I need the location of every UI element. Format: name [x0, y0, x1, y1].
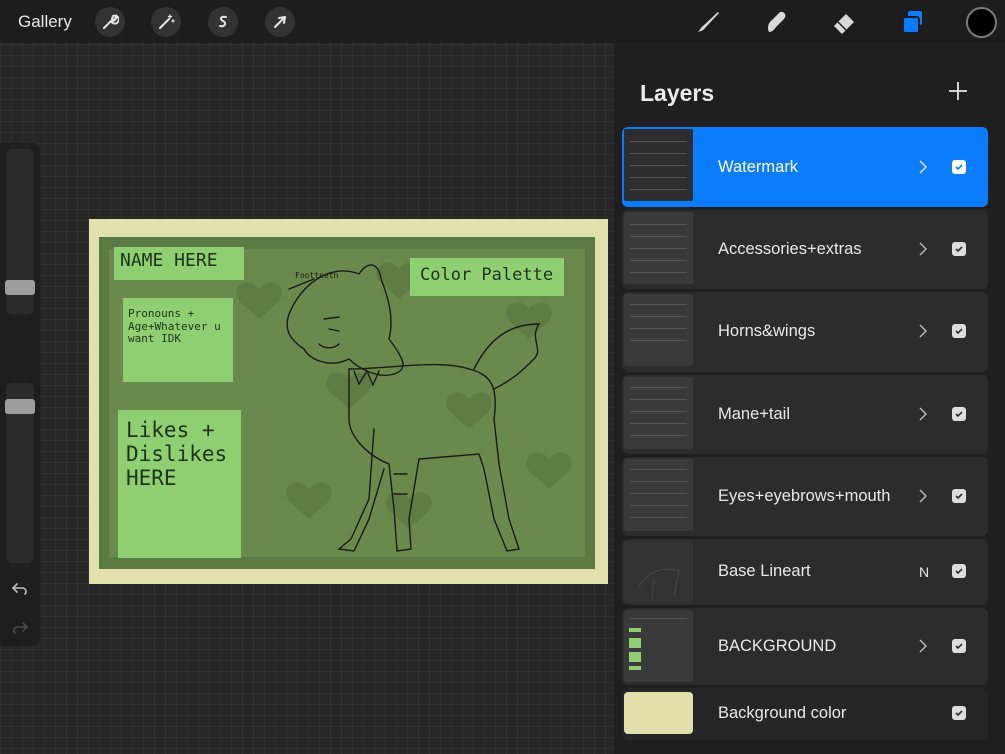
magic-wand-icon[interactable] [151, 7, 181, 37]
layer-row-mane-tail[interactable]: Mane+tail [622, 375, 988, 454]
layer-visibility-checkbox[interactable] [952, 639, 966, 653]
layer-visibility-checkbox[interactable] [952, 706, 966, 720]
layer-thumbnail [624, 610, 693, 682]
layers-panel: Layers Watermark Accessories+extras Horn… [614, 43, 1005, 754]
chevron-right-icon[interactable] [918, 159, 928, 175]
undo-icon[interactable] [9, 579, 31, 599]
chevron-right-icon[interactable] [918, 323, 928, 339]
layer-thumbnail [624, 212, 693, 284]
chevron-right-icon[interactable] [918, 638, 928, 654]
layer-name: Horns&wings [718, 322, 816, 340]
layer-name: Base Lineart [718, 562, 811, 580]
layer-visibility-checkbox[interactable] [952, 324, 966, 338]
color-picker-button[interactable] [966, 7, 997, 38]
layer-name: Eyes+eyebrows+mouth [718, 487, 891, 505]
layer-row-background-color[interactable]: Background color [622, 688, 988, 740]
layer-visibility-checkbox[interactable] [952, 242, 966, 256]
layer-row-watermark[interactable]: Watermark [622, 127, 988, 207]
left-sidebar [0, 143, 40, 646]
layer-name: Mane+tail [718, 405, 791, 423]
smudge-icon[interactable] [760, 6, 792, 38]
top-toolbar: Gallery [0, 0, 1005, 43]
layers-title: Layers [640, 80, 715, 106]
blend-mode-button[interactable]: N [919, 564, 929, 580]
layer-visibility-checkbox[interactable] [952, 489, 966, 503]
layer-name: Accessories+extras [718, 240, 862, 258]
plus-icon[interactable] [946, 79, 970, 103]
layer-thumbnail [624, 377, 693, 449]
chevron-right-icon[interactable] [918, 241, 928, 257]
eraser-icon[interactable] [828, 6, 860, 38]
brush-icon[interactable] [692, 6, 724, 38]
layer-name: Watermark [718, 158, 799, 176]
layer-name: BACKGROUND [718, 637, 837, 655]
layer-row-horns-wings[interactable]: Horns&wings [622, 292, 988, 372]
layer-row-background-group[interactable]: BACKGROUND [622, 608, 988, 685]
opacity-thumb[interactable] [5, 399, 35, 414]
layer-visibility-checkbox[interactable] [952, 407, 966, 421]
chevron-right-icon[interactable] [918, 488, 928, 504]
character-lineart [286, 264, 541, 552]
layer-row-eyes[interactable]: Eyes+eyebrows+mouth [622, 457, 988, 536]
drawing-canvas[interactable]: NAME HERE Color Palette Pronouns + Age+W… [89, 219, 608, 584]
arrow-cursor-icon[interactable] [265, 7, 295, 37]
brush-size-thumb[interactable] [5, 280, 35, 295]
layer-thumbnail [624, 294, 693, 366]
layer-row-accessories[interactable]: Accessories+extras [622, 210, 988, 289]
layer-name: Background color [718, 704, 847, 722]
layer-thumbnail [624, 129, 693, 201]
character-name-tag: Footteeth [295, 271, 339, 280]
layer-thumbnail [624, 459, 693, 531]
layer-visibility-checkbox[interactable] [952, 564, 966, 578]
chevron-right-icon[interactable] [918, 406, 928, 422]
selection-s-icon[interactable] [208, 7, 238, 37]
layers-icon[interactable] [896, 6, 928, 38]
background-color-swatch[interactable] [624, 692, 693, 734]
layer-visibility-checkbox[interactable] [952, 160, 966, 174]
gallery-button[interactable]: Gallery [18, 12, 72, 32]
redo-icon[interactable] [9, 618, 31, 638]
wrench-icon[interactable] [95, 7, 125, 37]
layer-row-base-lineart[interactable]: Base Lineart N [622, 539, 988, 605]
layer-thumbnail [624, 541, 693, 603]
